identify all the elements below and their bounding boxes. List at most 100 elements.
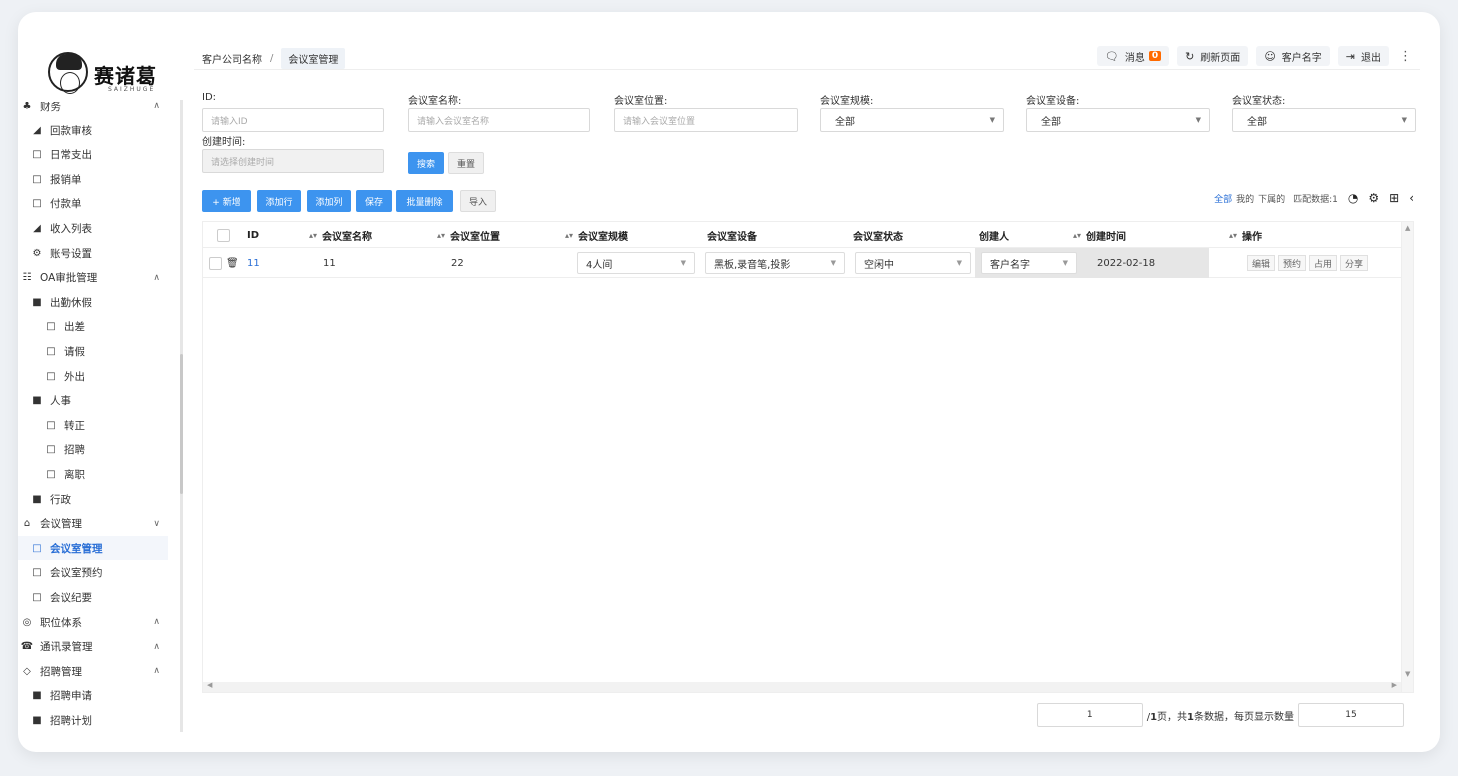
sidebar-item[interactable]: ◢ 回款审核 bbox=[18, 118, 168, 142]
sidebar-item[interactable]: ⌂ 会议管理 ∨ bbox=[18, 512, 168, 536]
column-header[interactable]: ▴▾ 会议室名称 bbox=[309, 222, 372, 248]
chevron-up-icon[interactable]: ∧ bbox=[153, 666, 160, 676]
share-button[interactable]: 分享 bbox=[1340, 255, 1369, 271]
created-date-input[interactable]: 请选择创建时间 bbox=[202, 149, 384, 173]
filter-subordinate-link[interactable]: 下属的 bbox=[1258, 192, 1285, 205]
sidebar-item[interactable]: ⚙ 账号设置 bbox=[18, 241, 168, 265]
column-header[interactable]: 会议室设备 bbox=[707, 222, 757, 248]
table-row[interactable]: 🗑 11 11 22 4人间 ▼ 黑板,录音笔,投影 ▼ 空闲中 ▼ 客户名字 … bbox=[203, 248, 1401, 278]
gear-icon[interactable]: ⚙ bbox=[1368, 191, 1379, 205]
column-header[interactable]: 创建人 bbox=[979, 222, 1009, 248]
sidebar-item[interactable]: □ 会议室预约 bbox=[18, 561, 168, 585]
table-vertical-scrollbar[interactable]: ▲ ▼ bbox=[1401, 222, 1413, 692]
column-header[interactable]: ID bbox=[247, 222, 259, 248]
sidebar-item[interactable]: □ 日常支出 bbox=[18, 143, 168, 167]
sidebar-item[interactable]: □ 招聘 bbox=[18, 438, 168, 462]
arrow-right-icon[interactable]: ▶ bbox=[1392, 681, 1397, 689]
cell-id[interactable]: 11 bbox=[247, 248, 260, 278]
id-input[interactable]: 请输入ID bbox=[202, 108, 384, 132]
row-checkbox[interactable] bbox=[209, 248, 222, 278]
share-icon[interactable]: ‹ bbox=[1409, 191, 1414, 205]
user-button[interactable]: ☺ 客户名字 bbox=[1256, 46, 1330, 66]
occupy-button[interactable]: 占用 bbox=[1309, 255, 1338, 271]
sidebar-item[interactable]: ♣ 财务 ∧ bbox=[18, 102, 168, 118]
breadcrumb-root[interactable]: 客户公司名称 bbox=[202, 51, 262, 66]
sidebar-item[interactable]: ☷ OA审批管理 ∧ bbox=[18, 266, 168, 290]
page-size-input[interactable]: 15 bbox=[1298, 703, 1404, 727]
breadcrumb: 客户公司名称 / 会议室管理 bbox=[202, 48, 346, 69]
messages-button[interactable]: 🗨 消息 0 bbox=[1096, 46, 1170, 66]
status-select[interactable]: 全部 ▼ bbox=[1232, 108, 1416, 132]
sidebar-item[interactable]: □ 外出 bbox=[18, 364, 168, 388]
column-header[interactable]: ▴▾ 操作 bbox=[1229, 222, 1262, 248]
cell-scale-select[interactable]: 4人间 ▼ bbox=[577, 252, 695, 274]
breadcrumb-current[interactable]: 会议室管理 bbox=[281, 48, 346, 69]
column-header[interactable]: ▴▾ 创建时间 bbox=[1073, 222, 1126, 248]
refresh-button[interactable]: ↻ 刷新页面 bbox=[1177, 46, 1249, 66]
page-number-input[interactable]: 1 bbox=[1036, 703, 1143, 727]
more-menu-icon[interactable]: ⋮ bbox=[1397, 49, 1414, 64]
column-header[interactable]: 会议室状态 bbox=[853, 222, 903, 248]
arrow-up-icon[interactable]: ▲ bbox=[1405, 224, 1410, 232]
logout-button[interactable]: ⇥ 退出 bbox=[1337, 46, 1389, 66]
add-row-button[interactable]: 添加行 bbox=[257, 190, 301, 212]
sidebar-scrollbar[interactable] bbox=[180, 100, 183, 732]
import-button[interactable]: 导入 bbox=[460, 190, 496, 212]
sidebar-item[interactable]: ☎ 通讯录管理 ∧ bbox=[18, 635, 168, 659]
add-button[interactable]: + 新增 bbox=[202, 190, 251, 212]
sidebar-menu: ♣ 财务 ∧ ◢ 回款审核 □ 日常支出 □ 报销单 □ 付款单 ◢ 收入列表 ⚙ 账号设置 ☷ OA审批管理 ∧… bbox=[18, 102, 184, 740]
sidebar-item[interactable]: □ 出差 bbox=[18, 315, 168, 339]
trash-icon[interactable]: 🗑 bbox=[226, 248, 239, 278]
sidebar-item[interactable]: ■ 招聘申请 bbox=[18, 684, 168, 708]
select-all-checkbox[interactable] bbox=[217, 222, 230, 248]
sidebar-item[interactable]: ◎ 职位体系 ∧ bbox=[18, 610, 168, 634]
sidebar-item[interactable]: ■ 人事 bbox=[18, 389, 168, 413]
batch-delete-button[interactable]: 批量删除 bbox=[396, 190, 453, 212]
cell-status-select[interactable]: 空闲中 ▼ bbox=[855, 252, 971, 274]
chevron-up-icon[interactable]: ∧ bbox=[153, 617, 160, 627]
folder-icon: □ bbox=[46, 370, 56, 382]
sidebar-item[interactable]: □ 请假 bbox=[18, 339, 168, 363]
sidebar-item[interactable]: □ 转正 bbox=[18, 413, 168, 437]
chevron-up-icon[interactable]: ∧ bbox=[153, 642, 160, 652]
sidebar-item[interactable]: ◢ 收入列表 bbox=[18, 216, 168, 240]
sidebar-item[interactable]: □ 会议纪要 bbox=[18, 585, 168, 609]
sidebar-item[interactable]: □ 离职 bbox=[18, 462, 168, 486]
sidebar-item[interactable]: □ 付款单 bbox=[18, 192, 168, 216]
cell-equipment-select[interactable]: 黑板,录音笔,投影 ▼ bbox=[705, 252, 845, 274]
chevron-up-icon[interactable]: ∧ bbox=[153, 273, 160, 283]
grid-icon[interactable]: ⊞ bbox=[1389, 191, 1399, 205]
sidebar-item[interactable]: ■ 招聘计划 bbox=[18, 708, 168, 732]
sidebar-item[interactable]: ■ 人才库 bbox=[18, 733, 168, 741]
arrow-down-icon[interactable]: ▼ bbox=[1405, 670, 1410, 678]
table-horizontal-scrollbar[interactable]: ◀ ▶ bbox=[203, 681, 1401, 692]
add-column-button[interactable]: 添加列 bbox=[307, 190, 351, 212]
reset-button[interactable]: 重置 bbox=[448, 152, 484, 174]
scale-select[interactable]: 全部 ▼ bbox=[820, 108, 1004, 132]
filter-mine-link[interactable]: 我的 bbox=[1236, 192, 1254, 205]
column-header[interactable]: ▴▾ 会议室规模 bbox=[565, 222, 628, 248]
pie-chart-icon[interactable]: ◔ bbox=[1348, 191, 1358, 205]
sidebar-item[interactable]: □ 会议室管理 bbox=[18, 536, 168, 561]
chevron-up-icon[interactable]: ∧ bbox=[153, 102, 160, 111]
cell-location: 22 bbox=[451, 257, 464, 269]
column-header[interactable]: ▴▾ 会议室位置 bbox=[437, 222, 500, 248]
name-input[interactable]: 请输入会议室名称 bbox=[408, 108, 590, 132]
sidebar-item[interactable]: ■ 行政 bbox=[18, 487, 168, 511]
search-button[interactable]: 搜索 bbox=[408, 152, 444, 174]
filter-id-label: ID: bbox=[202, 92, 217, 103]
sidebar-item-label: 人事 bbox=[50, 395, 71, 408]
equipment-select[interactable]: 全部 ▼ bbox=[1026, 108, 1210, 132]
filter-all-link[interactable]: 全部 bbox=[1214, 192, 1232, 205]
arrow-left-icon[interactable]: ◀ bbox=[207, 681, 212, 689]
reserve-button[interactable]: 预约 bbox=[1278, 255, 1307, 271]
sidebar-item-label: 收入列表 bbox=[50, 222, 92, 235]
chevron-down-icon[interactable]: ∨ bbox=[153, 519, 160, 529]
edit-button[interactable]: 编辑 bbox=[1247, 255, 1276, 271]
cell-creator-select[interactable]: 客户名字 ▼ bbox=[981, 252, 1077, 274]
sidebar-item[interactable]: □ 报销单 bbox=[18, 167, 168, 191]
location-input[interactable]: 请输入会议室位置 bbox=[614, 108, 798, 132]
sidebar-item[interactable]: ◇ 招聘管理 ∧ bbox=[18, 659, 168, 683]
sidebar-item[interactable]: ■ 出勤休假 bbox=[18, 290, 168, 314]
save-button[interactable]: 保存 bbox=[356, 190, 392, 212]
